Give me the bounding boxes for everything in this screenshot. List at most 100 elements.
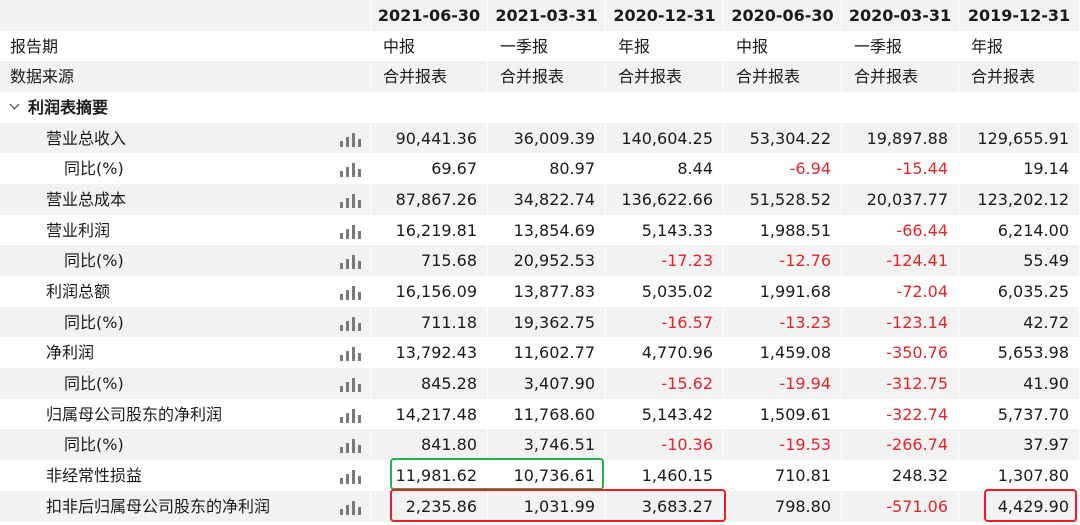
value-cell: 19,362.75	[488, 307, 606, 338]
value-cell: 8.44	[606, 153, 724, 184]
bar-chart-icon[interactable]	[340, 315, 362, 331]
table-row: 营业利润 16,219.81 13,854.69 5,143.33 1,988.51 -6…	[0, 215, 1080, 246]
bar-chart-icon[interactable]	[340, 345, 362, 361]
row-label: 非经常性损益	[0, 460, 371, 491]
value-cell: 16,156.09	[371, 276, 488, 307]
value-cell: -15.62	[606, 368, 724, 399]
bar-chart-icon[interactable]	[340, 253, 362, 269]
value-cell: 42.72	[959, 307, 1080, 338]
value-cell: 53,304.22	[724, 123, 842, 154]
value-cell: 1,307.80	[959, 460, 1080, 491]
bar-chart-icon[interactable]	[340, 499, 362, 515]
value-cell: -19.53	[724, 429, 842, 460]
value-cell: -571.06	[842, 491, 959, 522]
row-label-text: 同比(%)	[64, 313, 124, 332]
value-cell: 41.90	[959, 368, 1080, 399]
section-header-row: 利润表摘要	[0, 92, 1080, 123]
row-label-text: 同比(%)	[64, 374, 124, 393]
value-cell: 14,217.48	[371, 399, 488, 430]
value-cell: 87,867.26	[371, 184, 488, 215]
value-cell: 841.80	[371, 429, 488, 460]
empty-cell	[724, 92, 842, 123]
value-cell: 16,219.81	[371, 215, 488, 246]
row-label-text: 营业利润	[46, 221, 111, 240]
table-row: 营业总成本 87,867.26 34,822.74 136,622.66 51,528.…	[0, 184, 1080, 215]
value-cell: 1,460.15	[606, 460, 724, 491]
row-label-text: 同比(%)	[64, 435, 124, 454]
bar-chart-icon[interactable]	[340, 468, 362, 484]
empty-cell	[488, 92, 606, 123]
table-row: 营业总收入 90,441.36 36,009.39 140,604.25 53,304.…	[0, 123, 1080, 154]
empty-cell	[606, 92, 724, 123]
empty-cell	[959, 92, 1080, 123]
value-cell: 123,202.12	[959, 184, 1080, 215]
bar-chart-icon[interactable]	[340, 376, 362, 392]
value-cell: 6,214.00	[959, 215, 1080, 246]
table-row: 同比(%) 711.18 19,362.75 -16.57 -13.23 -123.14 4…	[0, 307, 1080, 338]
income-statement-table: 2021-06-30 2021-03-31 2020-12-31 2020-06-30…	[0, 0, 1080, 525]
row-label-text: 归属母公司股东的净利润	[46, 405, 223, 424]
column-date: 2021-06-30	[371, 0, 488, 31]
row-label-text: 同比(%)	[64, 251, 124, 270]
value-cell: 90,441.36	[371, 123, 488, 154]
row-label-text: 利润总额	[46, 282, 111, 301]
section-toggle[interactable]: 利润表摘要	[0, 92, 371, 123]
row-label: 同比(%)	[0, 368, 371, 399]
value-cell: 1,991.68	[724, 276, 842, 307]
value-cell: -10.36	[606, 429, 724, 460]
chevron-down-icon[interactable]	[10, 101, 20, 111]
value-cell: 20,037.77	[842, 184, 959, 215]
column-date: 2020-06-30	[724, 0, 842, 31]
value-cell: 19,897.88	[842, 123, 959, 154]
row-label-text: 净利润	[46, 343, 95, 362]
row-label: 净利润	[0, 337, 371, 368]
value-cell: 5,737.70	[959, 399, 1080, 430]
section-title: 利润表摘要	[28, 98, 109, 117]
value-cell: 5,143.33	[606, 215, 724, 246]
row-label: 扣非后归属母公司股东的净利润	[0, 491, 371, 522]
value-cell: -6.94	[724, 153, 842, 184]
value-cell: 55.49	[959, 245, 1080, 276]
bar-chart-icon[interactable]	[340, 192, 362, 208]
value-cell: 13,792.43	[371, 337, 488, 368]
row-label-text: 营业总成本	[46, 190, 127, 209]
empty-cell	[371, 92, 488, 123]
value-cell: 248.32	[842, 460, 959, 491]
bar-chart-icon[interactable]	[340, 437, 362, 453]
bar-chart-icon[interactable]	[340, 223, 362, 239]
row-label-report-period: 报告期	[0, 31, 371, 62]
bar-chart-icon[interactable]	[340, 161, 362, 177]
value-cell: 37.97	[959, 429, 1080, 460]
report-type-cell: 年报	[606, 31, 724, 62]
report-type-cell: 中报	[724, 31, 842, 62]
column-date: 2020-12-31	[606, 0, 724, 31]
value-cell: 798.80	[724, 491, 842, 522]
value-cell: 11,768.60	[488, 399, 606, 430]
value-cell: 11,602.77	[488, 337, 606, 368]
value-cell: 6,035.25	[959, 276, 1080, 307]
data-source-cell: 合并报表	[606, 61, 724, 92]
value-cell: 5,035.02	[606, 276, 724, 307]
bar-chart-icon[interactable]	[340, 407, 362, 423]
value-cell: -350.76	[842, 337, 959, 368]
row-label: 营业利润	[0, 215, 371, 246]
row-label: 同比(%)	[0, 429, 371, 460]
value-cell: 36,009.39	[488, 123, 606, 154]
value-cell: 711.18	[371, 307, 488, 338]
value-cell: -322.74	[842, 399, 959, 430]
report-type-cell: 年报	[959, 31, 1080, 62]
bar-chart-icon[interactable]	[340, 284, 362, 300]
value-cell: -16.57	[606, 307, 724, 338]
report-type-cell: 一季报	[842, 31, 959, 62]
value-cell: 1,509.61	[724, 399, 842, 430]
report-period-row: 报告期 中报 一季报 年报 中报 一季报 年报	[0, 31, 1080, 62]
value-cell: 5,653.98	[959, 337, 1080, 368]
value-cell: 3,746.51	[488, 429, 606, 460]
value-cell: -312.75	[842, 368, 959, 399]
column-date: 2019-12-31	[959, 0, 1080, 31]
row-label: 营业总收入	[0, 123, 371, 154]
value-cell: 20,952.53	[488, 245, 606, 276]
bar-chart-icon[interactable]	[340, 131, 362, 147]
row-label-text: 非经常性损益	[46, 466, 143, 485]
row-label-text: 营业总收入	[46, 129, 127, 148]
